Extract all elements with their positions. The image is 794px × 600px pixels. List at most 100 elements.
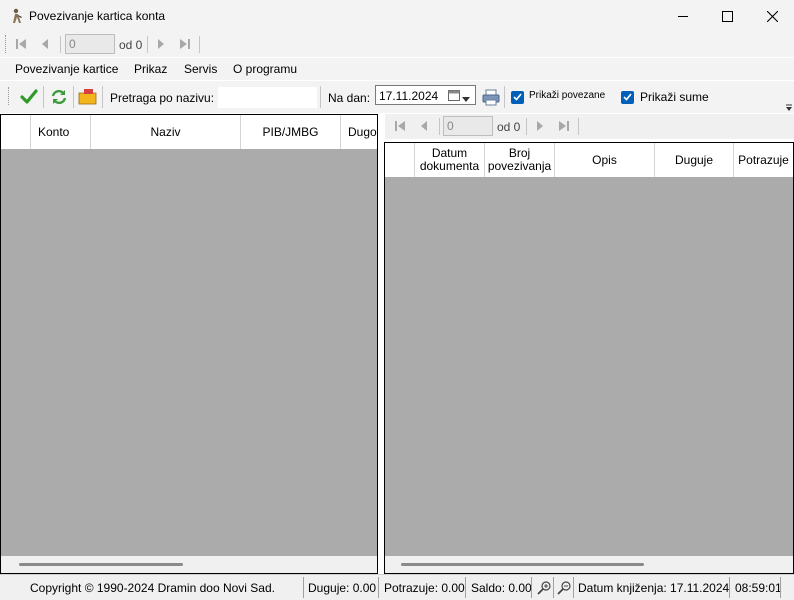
column-header-konto[interactable]: Konto bbox=[31, 115, 91, 149]
first-record-icon bbox=[15, 38, 27, 53]
toolbar-grip[interactable] bbox=[8, 87, 10, 105]
zoom-in-icon[interactable] bbox=[536, 580, 552, 596]
column-header-naziv[interactable]: Naziv bbox=[91, 115, 241, 149]
print-button[interactable] bbox=[480, 87, 502, 109]
last-record-icon bbox=[179, 38, 191, 53]
open-folder-icon bbox=[78, 88, 98, 109]
previous-record-button[interactable] bbox=[415, 118, 433, 136]
scrollbar-thumb[interactable] bbox=[19, 563, 183, 566]
checkmark-icon bbox=[20, 88, 38, 109]
separator bbox=[553, 577, 554, 598]
separator bbox=[43, 86, 44, 108]
menu-prikaz[interactable]: Prikaz bbox=[134, 62, 167, 76]
print-icon bbox=[482, 88, 500, 109]
status-bar: Copyright © 1990-2024 Dramin doo Novi Sa… bbox=[0, 574, 794, 600]
scrollbar-thumb[interactable] bbox=[401, 563, 644, 566]
debit-total: Duguje: 0.00 bbox=[308, 581, 377, 595]
show-sums-checkbox[interactable] bbox=[621, 91, 634, 104]
column-header-duguje[interactable]: Duguje bbox=[655, 143, 734, 177]
last-record-button[interactable] bbox=[176, 36, 194, 54]
separator bbox=[199, 36, 200, 53]
record-navigator-right: 0 od 0 bbox=[385, 114, 794, 139]
horizontal-scrollbar[interactable] bbox=[385, 556, 793, 573]
separator bbox=[465, 577, 466, 598]
separator bbox=[439, 118, 440, 135]
separator bbox=[303, 577, 304, 598]
previous-record-icon bbox=[39, 38, 51, 53]
separator bbox=[320, 86, 321, 108]
maximize-button[interactable] bbox=[704, 0, 750, 32]
search-label: Pretraga po nazivu: bbox=[110, 91, 215, 105]
grid-header: Konto Naziv PIB/JMBG Dugov bbox=[1, 115, 377, 149]
show-sums-label: Prikaži sume bbox=[640, 90, 709, 104]
accounts-grid[interactable]: Konto Naziv PIB/JMBG Dugov bbox=[0, 114, 378, 574]
posting-date: Datum knjiženja: 17.11.2024 bbox=[578, 581, 730, 595]
row-selector-header bbox=[385, 143, 415, 177]
next-record-button[interactable] bbox=[152, 36, 170, 54]
search-input[interactable] bbox=[218, 87, 317, 108]
balance-total: Saldo: 0.00 bbox=[471, 581, 532, 595]
close-button[interactable] bbox=[749, 0, 794, 32]
first-record-button[interactable] bbox=[391, 118, 409, 136]
last-record-button[interactable] bbox=[555, 118, 573, 136]
column-header-opis[interactable]: Opis bbox=[555, 143, 655, 177]
open-button[interactable] bbox=[77, 87, 99, 109]
column-header-potrazuje[interactable]: Potrazuje bbox=[734, 143, 793, 177]
credit-total: Potrazuje: 0.00 bbox=[384, 581, 465, 595]
record-position-input[interactable]: 0 bbox=[443, 116, 493, 136]
refresh-icon bbox=[50, 88, 68, 109]
menu-o-programu[interactable]: O programu bbox=[233, 62, 297, 76]
separator bbox=[531, 577, 532, 598]
calendar-icon bbox=[448, 89, 460, 104]
column-header-broj-povezivanja[interactable]: Broj povezivanja bbox=[485, 143, 555, 177]
checkmark-icon bbox=[622, 91, 633, 105]
toolbar-overflow-button[interactable] bbox=[785, 102, 793, 112]
date-picker[interactable]: 17.11.2024 bbox=[375, 85, 476, 105]
confirm-button[interactable] bbox=[18, 87, 40, 109]
minimize-icon bbox=[678, 11, 688, 21]
date-label: Na dan: bbox=[328, 91, 371, 105]
next-record-icon bbox=[534, 120, 546, 135]
window-title: Povezivanje kartica konta bbox=[29, 9, 166, 23]
menu-bar: Povezivanje kartice Prikaz Servis O prog… bbox=[0, 58, 794, 80]
separator bbox=[73, 86, 74, 108]
column-header-datum-dokumenta[interactable]: Datum dokumenta bbox=[415, 143, 485, 177]
clock-time: 08:59:01 bbox=[735, 581, 782, 595]
separator bbox=[729, 577, 730, 598]
first-record-icon bbox=[394, 120, 406, 135]
separator bbox=[573, 577, 574, 598]
previous-record-button[interactable] bbox=[36, 36, 54, 54]
previous-record-icon bbox=[418, 120, 430, 135]
linkings-grid[interactable]: Datum dokumenta Broj povezivanja Opis Du… bbox=[384, 142, 794, 574]
checkmark-icon bbox=[512, 91, 523, 105]
minimize-button[interactable] bbox=[660, 0, 706, 32]
separator bbox=[102, 86, 103, 108]
date-value: 17.11.2024 bbox=[379, 89, 439, 103]
zoom-out-icon[interactable] bbox=[556, 580, 572, 596]
column-header-dugovanje[interactable]: Dugov bbox=[341, 115, 377, 149]
row-selector-header bbox=[1, 115, 31, 149]
record-navigator-top: 0 od 0 bbox=[0, 32, 794, 57]
show-linked-checkbox[interactable] bbox=[511, 91, 524, 104]
separator bbox=[578, 118, 579, 135]
menu-servis[interactable]: Servis bbox=[184, 62, 217, 76]
menu-povezivanje-kartice[interactable]: Povezivanje kartice bbox=[15, 62, 118, 76]
chevron-down-icon bbox=[462, 92, 470, 106]
next-record-button[interactable] bbox=[531, 118, 549, 136]
record-position-input[interactable]: 0 bbox=[65, 34, 115, 54]
column-header-pib-jmbg[interactable]: PIB/JMBG bbox=[241, 115, 341, 149]
close-icon bbox=[766, 10, 778, 22]
refresh-button[interactable] bbox=[48, 87, 70, 109]
toolbar-grip[interactable] bbox=[5, 35, 7, 53]
next-record-icon bbox=[155, 38, 167, 53]
separator bbox=[780, 577, 781, 598]
show-linked-label: Prikaži povezane bbox=[529, 90, 606, 101]
record-count-label: od 0 bbox=[119, 38, 143, 52]
horizontal-scrollbar[interactable] bbox=[1, 556, 377, 573]
separator bbox=[378, 577, 379, 598]
copyright-text: Copyright © 1990-2024 Dramin doo Novi Sa… bbox=[30, 581, 275, 595]
app-figure-icon bbox=[9, 8, 25, 24]
last-record-icon bbox=[558, 120, 570, 135]
grid-header: Datum dokumenta Broj povezivanja Opis Du… bbox=[385, 143, 793, 177]
first-record-button[interactable] bbox=[12, 36, 30, 54]
